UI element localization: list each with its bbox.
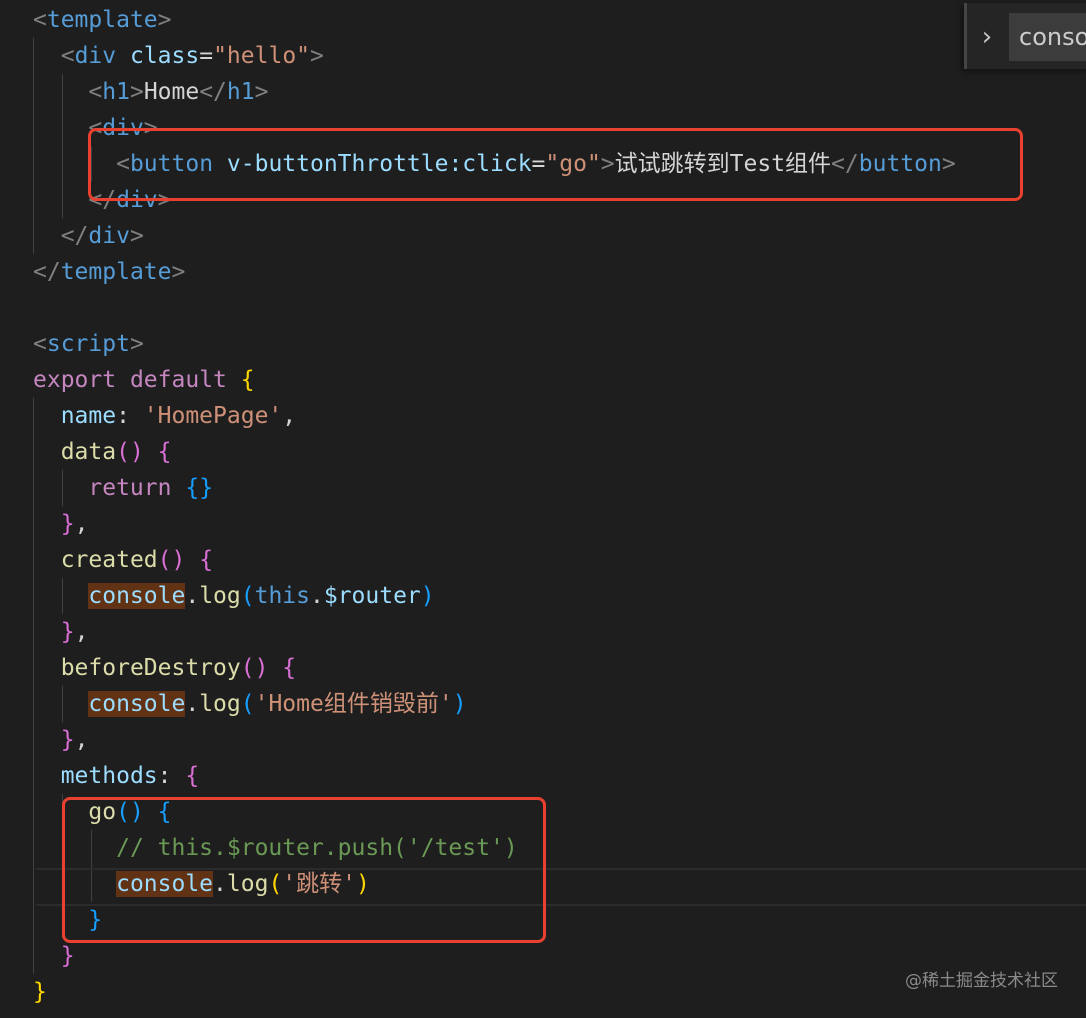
tag-name: div [88,223,130,249]
tag-name: script [46,331,130,357]
code-line-22: methods: { [60,763,200,789]
string-literal: 'HomePage' [143,403,283,429]
code-line-20: console.log('Home组件销毁前') [88,691,467,717]
code-line-10: <script> [33,331,144,357]
code-line-18: }, [60,619,89,645]
property-key: methods [60,763,158,789]
attribute-name: class [129,43,200,69]
code-line-3: <h1>Home</h1> [88,79,269,105]
tag-name: template [60,259,172,285]
highlight-box-go-method [62,797,546,943]
code-line-17: console.log(this.$router) [88,583,435,609]
code-line-7: </div> [60,223,144,249]
code-line-14: return {} [88,475,214,501]
code-line-21: }, [60,727,89,753]
function-name: beforeDestroy [60,655,241,681]
function-name: data [60,439,117,465]
watermark: @稀土掘金技术社区 [905,971,1058,991]
code-line-15: }, [60,511,89,537]
this-keyword: this [254,583,310,609]
search-match: console [88,691,186,717]
code-line-27: } [60,943,75,969]
method-name: log [199,691,241,717]
method-name: log [199,583,241,609]
property-name: $router [323,583,421,609]
code-line-12: name: 'HomePage', [60,403,297,429]
property-key: name [60,403,117,429]
keyword: return [88,475,172,501]
keyword: default [129,367,227,393]
text-content: Home [143,79,200,105]
code-line-19: beforeDestroy() { [60,655,297,681]
code-line-13: data() { [60,439,172,465]
code-editor[interactable]: <template> <div class="hello"> <h1>Home<… [0,0,1086,1018]
function-name: created [60,547,158,573]
equals-sign: = [199,43,214,69]
code-line-2: <div class="hello"> [60,43,324,69]
find-input[interactable] [1009,13,1086,61]
tag-name: template [46,7,158,33]
string-literal: 'Home组件销毁前' [254,691,453,717]
tag-name: h1 [102,79,130,105]
find-widget: › [964,3,1086,69]
code-line-8: </template> [33,259,186,285]
attribute-value: "hello" [213,43,311,69]
code-line-16: created() { [60,547,214,573]
tag-name: div [74,43,117,69]
tag-name: h1 [226,79,255,105]
highlight-box-button [88,128,1023,201]
search-match: console [88,583,186,609]
code-line-1: <template> [33,7,172,33]
keyword: export [33,367,117,393]
code-line-28: } [33,979,47,1005]
code-line-11: export default { [33,367,255,393]
chevron-right-icon[interactable]: › [973,19,1001,55]
